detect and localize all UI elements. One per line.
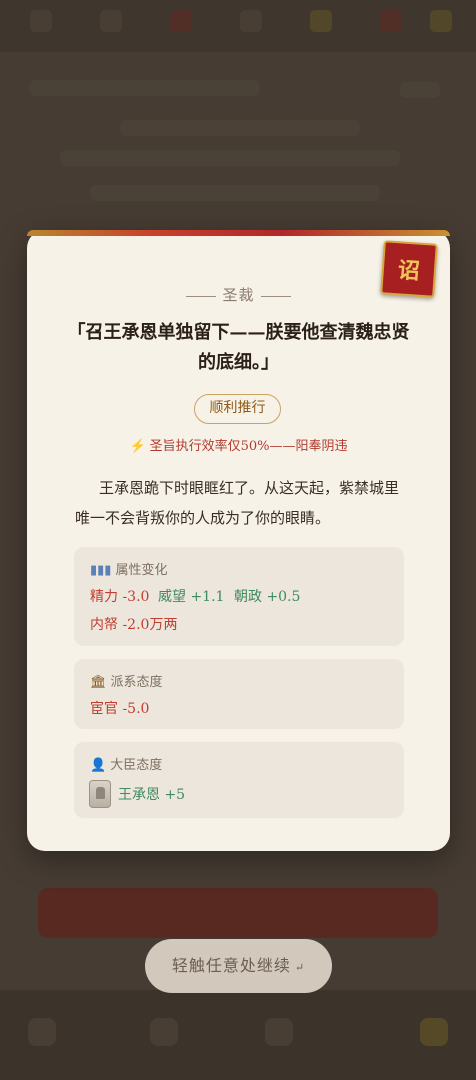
minister-icon: 👤 — [90, 758, 107, 773]
palace-icon: 🏛 — [90, 675, 107, 690]
minister-attitude-card: 👤 大臣态度 王承恩 +5 — [74, 742, 404, 818]
lightning-icon: ⚡ — [129, 439, 146, 454]
card-title: 🏛 派系态度 — [90, 671, 163, 690]
bar-chart-icon: ▮▮▮ — [90, 563, 112, 578]
verdict-dialog[interactable]: 诏 圣裁 「召王承恩单独留下——朕要他查清魏忠贤的底细。」 顺利推行 ⚡ 圣旨执行… — [27, 230, 450, 851]
narrative-text: 王承恩跪下时眼眶红了。从这天起，紫禁城里唯一不会背叛你的人成为了你的眼睛。 — [75, 479, 400, 527]
faction-card-title: 派系态度 — [110, 675, 163, 690]
attribute-change: 朝政 +0.5 — [234, 589, 301, 605]
continue-label: 轻触任意处继续 — [171, 956, 291, 975]
card-title: 👤 大臣态度 — [90, 754, 162, 773]
attribute-card-title: 属性变化 — [115, 563, 168, 578]
minister-change: 王承恩 +5 — [118, 787, 186, 803]
header-divider-right — [260, 295, 291, 297]
efficiency-note-text: 圣旨执行效率仅50%——阳奉阴违 — [149, 439, 348, 454]
attribute-changes-card: ▮▮▮ 属性变化 精力 -3.0 威望 +1.1 朝政 +0.5 内帑 -2.0万… — [74, 547, 404, 646]
dialog-top-border — [27, 230, 450, 236]
attribute-change: 威望 +1.1 — [158, 589, 225, 605]
card-title: ▮▮▮ 属性变化 — [90, 559, 167, 578]
attribute-change: 内帑 -2.0万两 — [90, 617, 178, 633]
tap-to-continue-button[interactable]: 轻触任意处继续 ↵ — [145, 939, 332, 993]
minister-card-title: 大臣态度 — [110, 758, 163, 773]
outcome-badge: 顺利推行 — [194, 394, 281, 424]
efficiency-note: ⚡ 圣旨执行效率仅50%——阳奉阴违 — [27, 435, 450, 454]
return-icon: ↵ — [294, 961, 306, 974]
faction-change: 宦官 -5.0 — [90, 701, 150, 717]
verdict-header-label: 圣裁 — [222, 286, 255, 304]
verdict-header: 圣裁 — [27, 284, 450, 305]
attribute-change: 精力 -3.0 — [90, 589, 150, 605]
header-divider-left — [186, 295, 217, 297]
minister-portrait — [89, 780, 111, 808]
decree-text: 「召王承恩单独留下——朕要他查清魏忠贤的底细。」 — [67, 322, 410, 373]
faction-attitude-card: 🏛 派系态度 宦官 -5.0 — [74, 659, 404, 729]
